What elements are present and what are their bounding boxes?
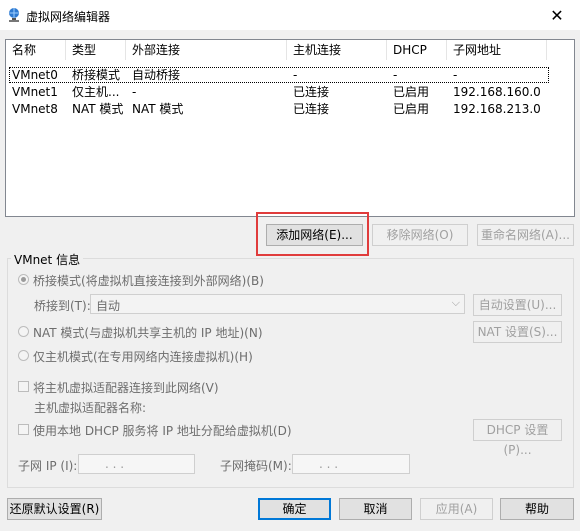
bridge-to-label: 桥接到(T): (34, 299, 91, 313)
list-header: 名称 类型 外部连接 主机连接 DHCP 子网地址 (6, 40, 574, 60)
nat-settings-button[interactable]: NAT 设置(S)... (473, 321, 562, 343)
column-header-external[interactable]: 外部连接 (126, 40, 287, 60)
close-button[interactable]: ✕ (534, 0, 580, 30)
cell-type: NAT 模式 (72, 102, 124, 116)
apply-button[interactable]: 应用(A) (420, 498, 493, 520)
dhcp-checkbox[interactable] (18, 424, 29, 435)
bridged-label: 桥接模式(将虚拟机直接连接到外部网络)(B) (33, 274, 264, 288)
window-title: 虚拟网络编辑器 (26, 10, 111, 24)
table-row[interactable]: VMnet1 仅主机... - 已连接 已启用 192.168.160.0 (6, 84, 574, 101)
auto-settings-button[interactable]: 自动设置(U)... (473, 294, 562, 316)
cell-name: VMnet0 (12, 68, 58, 82)
cell-external: NAT 模式 (132, 102, 184, 116)
dhcp-settings-button[interactable]: DHCP 设置(P)... (473, 419, 562, 457)
table-row[interactable]: VMnet8 NAT 模式 NAT 模式 已连接 已启用 192.168.213… (6, 101, 574, 118)
subnet-mask-input[interactable]: . . . (292, 454, 410, 474)
column-header-type[interactable]: 类型 (66, 40, 126, 60)
add-network-button[interactable]: 添加网络(E)... (266, 224, 363, 246)
subnet-mask-label: 子网掩码(M): (220, 459, 292, 473)
cancel-button[interactable]: 取消 (339, 498, 412, 520)
network-list[interactable]: 名称 类型 外部连接 主机连接 DHCP 子网地址 VMnet0 桥接模式 自动… (5, 39, 575, 217)
subnet-ip-input[interactable]: . . . (78, 454, 195, 474)
cell-external: - (132, 85, 137, 99)
nat-radio[interactable] (18, 326, 29, 337)
cell-name: VMnet1 (12, 85, 58, 99)
cell-type: 仅主机... (72, 85, 120, 99)
cell-subnet: 192.168.213.0 (453, 102, 541, 116)
network-globe-icon (9, 8, 19, 22)
table-row[interactable]: VMnet0 桥接模式 自动桥接 - - - (6, 67, 574, 84)
rename-network-button[interactable]: 重命名网络(A)... (477, 224, 574, 246)
cell-dhcp: 已启用 (393, 85, 430, 99)
cell-host: 已连接 (293, 85, 330, 99)
remove-network-button[interactable]: 移除网络(O) (372, 224, 468, 246)
cell-dhcp: - (393, 68, 398, 82)
nat-label: NAT 模式(与虚拟机共享主机的 IP 地址)(N) (33, 326, 263, 340)
help-button[interactable]: 帮助 (500, 498, 574, 520)
ok-button[interactable]: 确定 (258, 498, 331, 520)
column-header-subnet[interactable]: 子网地址 (447, 40, 547, 60)
subnet-ip-label: 子网 IP (I): (18, 459, 78, 473)
cell-host: 已连接 (293, 102, 330, 116)
close-icon: ✕ (550, 5, 564, 25)
host-adapter-label: 将主机虚拟适配器连接到此网络(V) (33, 381, 219, 395)
cell-dhcp: 已启用 (393, 102, 430, 116)
cell-type: 桥接模式 (72, 68, 121, 82)
cell-host: - (293, 68, 298, 82)
hostonly-label: 仅主机模式(在专用网络内连接虚拟机)(H) (33, 350, 253, 364)
column-header-dhcp[interactable]: DHCP (387, 40, 447, 60)
cell-name: VMnet8 (12, 102, 58, 116)
bridge-to-select[interactable]: 自动 ⌵ (90, 294, 465, 314)
title-bar: 虚拟网络编辑器 ✕ (0, 0, 580, 30)
dhcp-label: 使用本地 DHCP 服务将 IP 地址分配给虚拟机(D) (33, 424, 292, 438)
restore-defaults-button[interactable]: 还原默认设置(R) (7, 498, 102, 520)
cell-subnet: - (453, 68, 458, 82)
bridged-radio[interactable] (18, 274, 29, 285)
hostonly-radio[interactable] (18, 350, 29, 361)
cell-external: 自动桥接 (132, 68, 181, 82)
host-adapter-checkbox[interactable] (18, 381, 29, 392)
vmnet-info-legend: VMnet 信息 (11, 251, 84, 268)
host-adapter-name-label: 主机虚拟适配器名称: (34, 401, 147, 415)
column-header-host[interactable]: 主机连接 (287, 40, 387, 60)
column-header-name[interactable]: 名称 (6, 40, 66, 60)
cell-subnet: 192.168.160.0 (453, 85, 541, 99)
bridge-to-value: 自动 (96, 299, 121, 313)
chevron-down-icon: ⌵ (451, 296, 460, 309)
